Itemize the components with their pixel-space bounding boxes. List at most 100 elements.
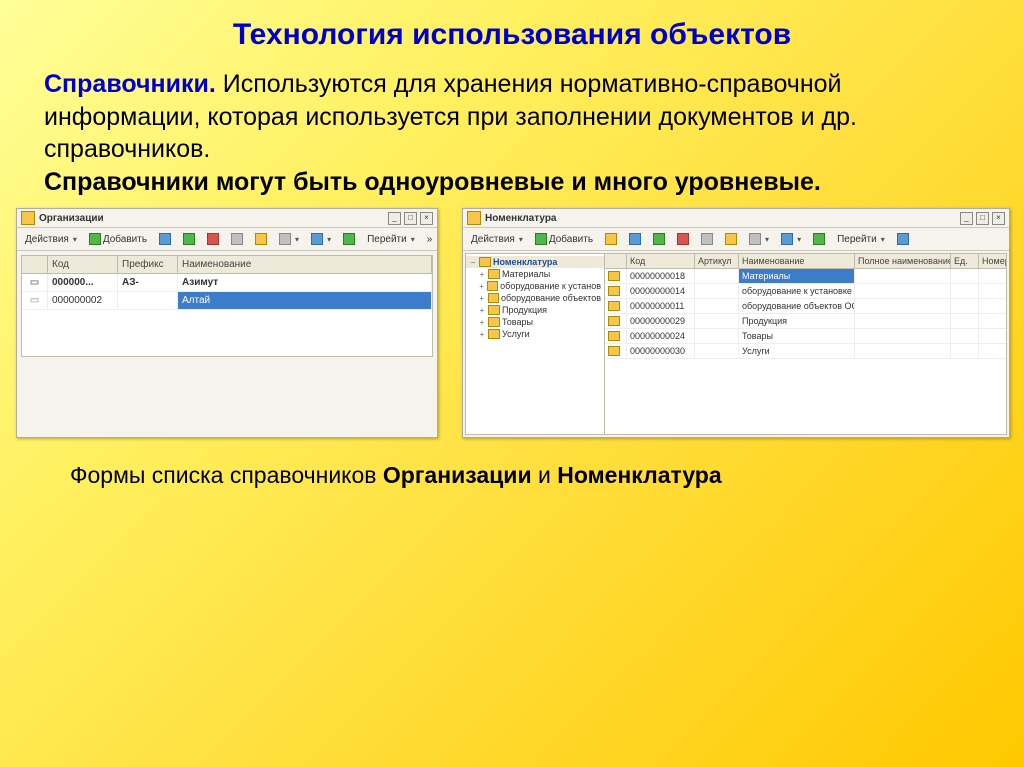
arrow-icon [813,233,825,245]
windows-row: Организации _ □ × Действия Добавить [16,208,1024,438]
view-button[interactable] [307,231,335,247]
maximize-icon[interactable]: □ [404,212,417,225]
hierarchy-icon [725,233,737,245]
tree-label: Продукция [502,305,547,315]
actions-button[interactable]: Действия [467,232,527,247]
expand-icon[interactable]: + [478,306,486,315]
tree-item[interactable]: +Услуги [466,328,604,340]
addfolder-button[interactable] [601,231,621,247]
table-row[interactable]: ▭ 000000002 Алтай [22,292,432,310]
tree-item[interactable]: +Материалы [466,268,604,280]
col-code[interactable]: Код [627,254,695,269]
expand-icon[interactable]: + [478,318,486,327]
window-icon [21,211,35,225]
tree-item[interactable]: + Продукция [466,304,604,316]
copy-button[interactable] [625,231,645,247]
expand-icon[interactable]: + [478,294,486,303]
filter-button[interactable] [251,231,271,247]
cell-code: 00000000030 [627,344,695,359]
folder-icon [487,281,498,291]
organizations-window: Организации _ □ × Действия Добавить [16,208,438,438]
minimize-icon[interactable]: _ [960,212,973,225]
cell-code: 00000000024 [627,329,695,344]
folder-icon [488,269,500,279]
cell-art [695,284,739,299]
col-name[interactable]: Наименование [739,254,855,269]
hier-button[interactable] [721,231,741,247]
caption-pre: Формы списка справочников [70,462,383,488]
expand-icon[interactable]: + [478,330,486,339]
lead-word: Справочники. [44,70,216,98]
grid-row[interactable]: 00000000029 Продукция [605,314,1006,329]
expand-icon[interactable]: + [478,282,485,291]
minimize-icon[interactable]: _ [388,212,401,225]
actions-button[interactable]: Действия [21,232,81,247]
add-button[interactable]: Добавить [531,231,597,247]
close-icon[interactable]: × [992,212,1005,225]
tree-item[interactable]: −Номенклатура [466,256,604,268]
grid-row[interactable]: 00000000018 Материалы [605,269,1006,284]
row-indicator: ▭ [22,292,48,310]
delete-button[interactable] [203,231,223,247]
edit-icon [653,233,665,245]
sort-button[interactable] [745,231,773,247]
col-name[interactable]: Наименование [178,256,432,274]
cell-name: оборудование объектов ОС [739,299,855,314]
grid-row[interactable]: 00000000030 Услуги [605,344,1006,359]
edit-button[interactable] [649,231,669,247]
help-button[interactable] [893,231,913,247]
grid-row[interactable]: 00000000024 Товары [605,329,1006,344]
cell-art [695,269,739,284]
grid-row[interactable]: 00000000011 оборудование объектов ОС [605,299,1006,314]
tree-item[interactable]: +оборудование объектов [466,292,604,304]
folder-icon [608,286,620,296]
tree-item[interactable]: + Товары [466,316,604,328]
collapse-icon[interactable]: − [469,258,477,267]
folder-plus-icon [605,233,617,245]
expand-icon[interactable]: + [478,270,486,279]
more-button[interactable]: » [423,232,437,247]
close-icon[interactable]: × [420,212,433,225]
col-fullname[interactable]: Полное наименование [855,254,951,269]
add-button[interactable]: Добавить [85,231,151,247]
window-icon [467,211,481,225]
edit-button[interactable] [179,231,199,247]
tree-label: Товары [502,317,533,327]
cell-code: 00000000014 [627,284,695,299]
grid-row[interactable]: 00000000014 оборудование к установке [605,284,1006,299]
refresh-button[interactable] [227,231,247,247]
col-code[interactable]: Код [48,256,118,274]
window-title: Организации [39,213,104,224]
goto-button[interactable]: Перейти [363,232,419,247]
nav-button[interactable] [809,231,829,247]
col-num[interactable]: Номер [979,254,1006,269]
delete-button[interactable] [673,231,693,247]
col-prefix[interactable]: Префикс [118,256,178,274]
cell-prefix [118,292,178,310]
col-indicator[interactable] [605,254,627,269]
nav-button[interactable] [339,231,359,247]
col-indicator[interactable] [22,256,48,274]
folder-icon [608,346,620,356]
view-button[interactable] [777,231,805,247]
help-icon [897,233,909,245]
cell-code: 000000002 [48,292,118,310]
para2: Справочники могут быть одноуровневые и м… [44,166,980,199]
toolbar: Действия Добавить Перейти [463,228,1009,251]
delete-icon [677,233,689,245]
col-unit[interactable]: Ед. [951,254,979,269]
sort-button[interactable] [275,231,303,247]
table-row[interactable]: ▭ 000000... АЗ- Азимут [22,274,432,292]
tree-item[interactable]: +оборудование к установ [466,280,604,292]
col-article[interactable]: Артикул [695,254,739,269]
copy-icon [629,233,641,245]
maximize-icon[interactable]: □ [976,212,989,225]
folder-icon [488,317,500,327]
copy-button[interactable] [155,231,175,247]
move-button[interactable] [697,231,717,247]
folder-icon [488,305,500,315]
goto-button[interactable]: Перейти [833,232,889,247]
row-indicator: ▭ [22,274,48,292]
nom-grid: Код Артикул Наименование Полное наименов… [605,254,1006,434]
plus-icon [89,233,101,245]
